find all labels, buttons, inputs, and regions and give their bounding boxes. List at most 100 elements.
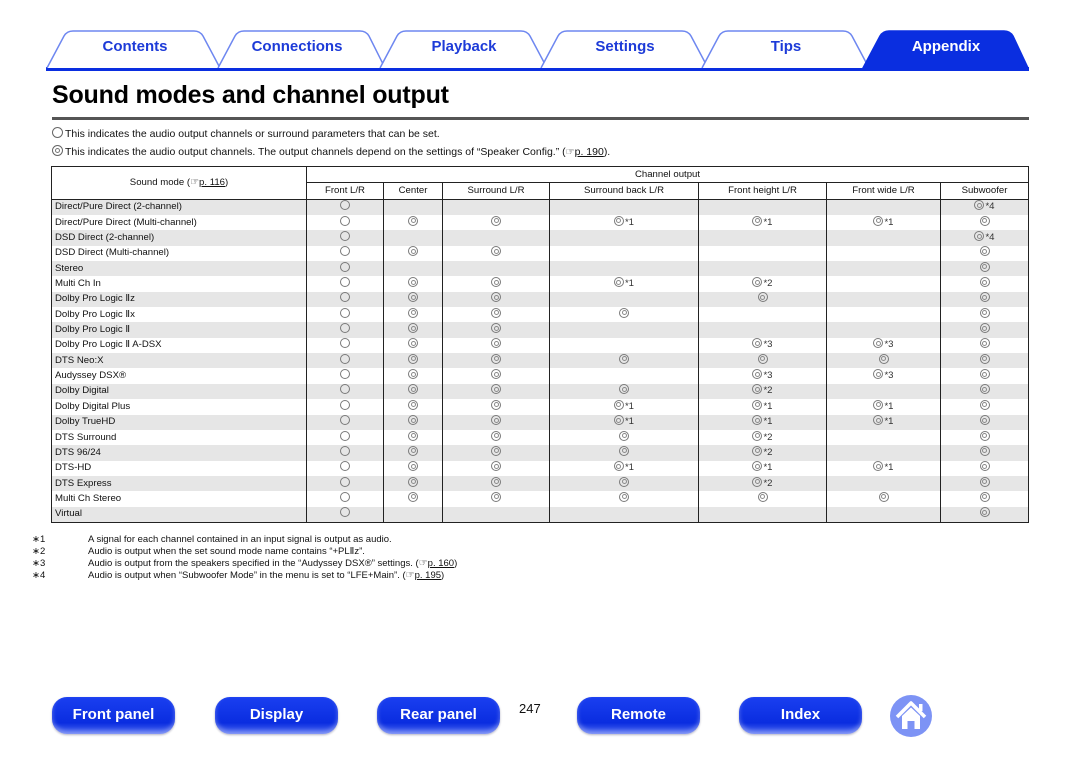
sound-mode-name: Dolby Pro Logic Ⅱ A-DSX — [51, 337, 307, 354]
double-circle-icon — [408, 384, 418, 395]
table-row: DTS 96/24 *2 — [51, 445, 1029, 461]
index-button[interactable]: Index — [739, 697, 862, 734]
footnote-marker: *1 — [884, 462, 894, 474]
channel-cell — [940, 491, 1029, 507]
title-divider — [52, 117, 1029, 120]
table-row: DSD Direct (2-channel) *4 — [51, 230, 1029, 246]
channel-cell — [383, 475, 443, 492]
channel-cell: *2 — [698, 429, 827, 446]
remote-button[interactable]: Remote — [577, 697, 700, 734]
single-circle-icon — [340, 415, 350, 426]
sound-mode-table: Sound mode (☞p. 116) Channel output Fron… — [51, 165, 1029, 523]
table-row: Direct/Pure Direct (2-channel) *4 — [51, 199, 1029, 216]
pointing-hand-icon: ☞ — [565, 147, 575, 158]
double-circle-icon — [619, 430, 629, 441]
footnote-marker: *1 — [763, 216, 773, 228]
double-circle-icon — [979, 384, 990, 395]
rear-panel-button[interactable]: Rear panel — [377, 697, 500, 734]
table-row: Multi Ch Stereo — [51, 491, 1029, 507]
pointing-hand-icon: ☞ — [405, 570, 415, 581]
table-row: Dolby Pro Logic Ⅱx — [51, 307, 1029, 323]
display-button[interactable]: Display — [215, 697, 338, 734]
channel-cell — [442, 445, 550, 461]
tab-contents[interactable]: Contents — [46, 30, 224, 68]
page-ref-link[interactable]: p. 190 — [575, 146, 604, 158]
single-circle-icon — [340, 476, 350, 487]
channel-cell — [826, 429, 941, 446]
channel-cell — [940, 414, 1029, 430]
channel-cell — [940, 307, 1029, 323]
channel-cell — [383, 215, 443, 231]
channel-cell — [826, 230, 941, 246]
footnote-marker: *2 — [763, 385, 773, 397]
channel-cell — [549, 337, 699, 354]
table-row: DTS-HD *1 *1 *1 — [51, 460, 1029, 476]
channel-cell — [549, 230, 699, 246]
table-row: Virtual — [51, 506, 1029, 523]
front-panel-button[interactable]: Front panel — [52, 697, 175, 734]
page-ref-link[interactable]: p. 160 — [428, 558, 454, 569]
channel-cell — [940, 429, 1029, 446]
channel-cell — [306, 261, 384, 277]
channel-cell — [306, 199, 384, 216]
channel-cell — [549, 429, 699, 446]
home-button[interactable] — [890, 695, 932, 737]
channel-cell — [940, 399, 1029, 415]
channel-cell — [306, 353, 384, 369]
channel-cell — [940, 276, 1029, 292]
double-circle-icon — [408, 399, 418, 410]
footnote-marker: *1 — [884, 400, 894, 412]
table-row: Dolby Pro Logic Ⅱ A-DSX *3 *3 — [51, 337, 1029, 354]
channel-cell — [306, 245, 384, 262]
single-circle-icon — [340, 200, 350, 211]
channel-cell — [383, 261, 443, 277]
single-circle-icon — [340, 507, 350, 518]
sound-mode-name: Direct/Pure Direct (Multi-channel) — [51, 215, 307, 231]
sound-mode-name: Direct/Pure Direct (2-channel) — [51, 199, 307, 216]
table-row: DTS Express *2 — [51, 475, 1029, 492]
channel-cell: *1 — [698, 215, 827, 231]
tab-tips[interactable]: Tips — [701, 30, 871, 68]
channel-cell — [442, 475, 550, 492]
footnote-marker: *3 — [763, 339, 773, 351]
page-ref-link[interactable]: p. 116 — [199, 177, 225, 188]
channel-cell — [383, 199, 443, 216]
double-circle-icon — [873, 415, 884, 426]
channel-cell — [306, 322, 384, 338]
channel-cell — [698, 322, 827, 338]
double-circle-icon — [974, 231, 985, 242]
double-circle-icon — [491, 307, 501, 318]
channel-cell — [442, 276, 550, 292]
channel-cell — [383, 353, 443, 369]
double-circle-icon — [619, 445, 629, 456]
double-circle-icon — [752, 215, 763, 226]
double-circle-icon — [979, 445, 990, 456]
double-circle-icon — [873, 461, 884, 472]
channel-output-header: Channel output — [306, 165, 1029, 184]
footnote-marker: *4 — [985, 232, 995, 244]
tab-playback[interactable]: Playback — [379, 30, 549, 68]
channel-cell — [383, 276, 443, 292]
sound-mode-name: Audyssey DSX® — [51, 368, 307, 384]
home-icon — [895, 701, 927, 729]
double-circle-icon — [752, 415, 763, 426]
double-circle-icon — [408, 430, 418, 441]
footnote: ∗2 Audio is output when the set sound mod… — [32, 546, 365, 557]
channel-cell — [940, 291, 1029, 308]
channel-cell — [940, 383, 1029, 400]
channel-cell — [826, 307, 941, 323]
tab-connections[interactable]: Connections — [208, 30, 386, 68]
single-circle-icon — [340, 491, 350, 502]
channel-cell — [306, 307, 384, 323]
channel-cell: *1 — [826, 414, 941, 430]
single-circle-icon — [340, 369, 350, 380]
sound-mode-name: Dolby TrueHD — [51, 414, 307, 430]
tab-label: Contents — [102, 38, 168, 55]
double-circle-icon — [408, 461, 418, 472]
double-circle-icon — [979, 476, 990, 487]
double-circle-icon — [408, 491, 418, 502]
double-circle-icon — [873, 215, 884, 226]
tab-settings[interactable]: Settings — [540, 30, 710, 68]
page-ref-link[interactable]: p. 195 — [415, 570, 441, 581]
tab-appendix[interactable]: Appendix — [862, 30, 1030, 68]
